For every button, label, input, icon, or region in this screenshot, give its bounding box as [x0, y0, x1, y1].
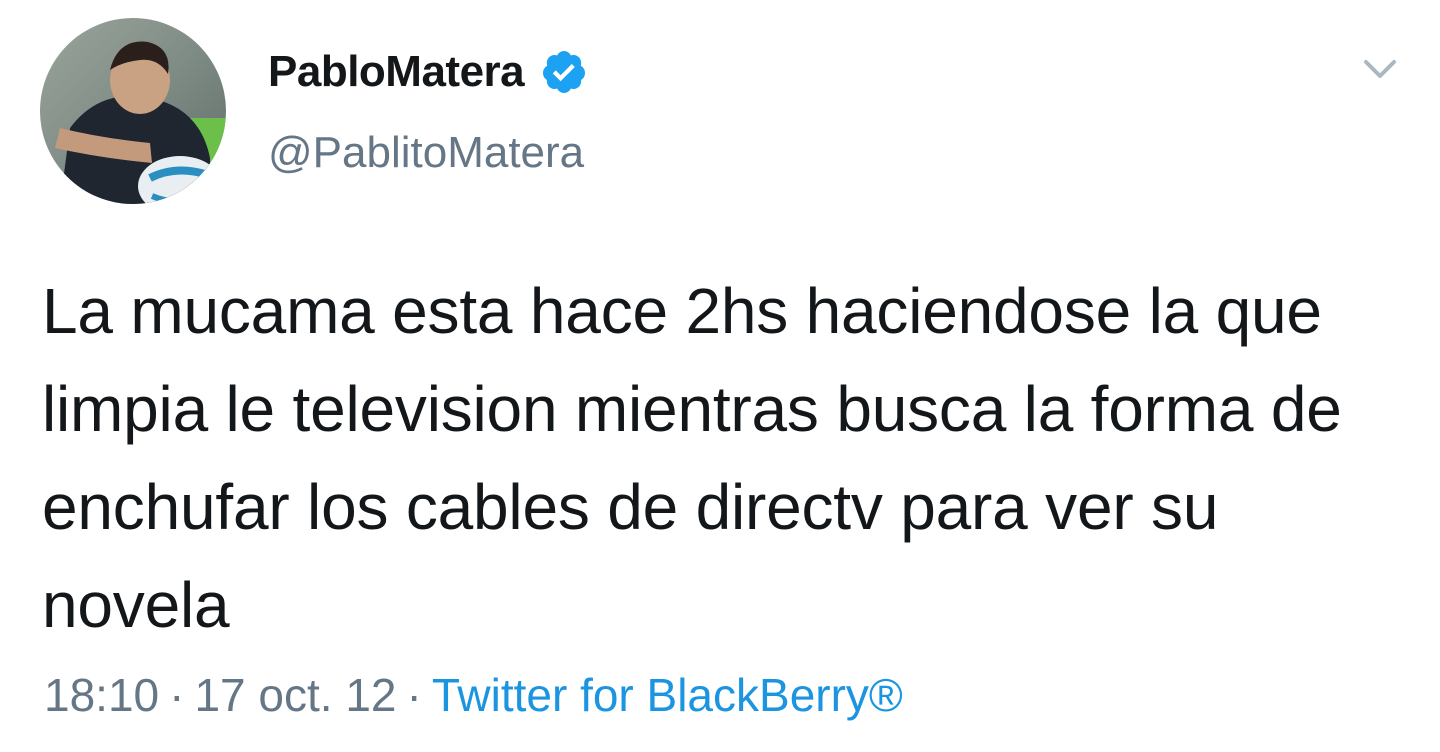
author-name-row[interactable]: PabloMatera: [268, 44, 588, 100]
separator-dot: ·: [169, 669, 185, 721]
tweet-date[interactable]: 17 oct. 12: [194, 669, 396, 721]
tweet-time[interactable]: 18:10: [44, 669, 159, 721]
tweet-text: La mucama esta hace 2hs haciendose la qu…: [42, 275, 1342, 641]
tweet-source-link[interactable]: Twitter for BlackBerry®: [432, 669, 903, 721]
chevron-down-icon[interactable]: [1360, 52, 1400, 86]
avatar[interactable]: [40, 18, 226, 204]
avatar-photo-icon: [40, 18, 226, 204]
tweet-meta: 18:10 · 17 oct. 12 · Twitter for BlackBerry®: [44, 668, 903, 722]
author-handle[interactable]: @PablitoMatera: [268, 128, 584, 178]
display-name[interactable]: PabloMatera: [268, 47, 525, 97]
separator-dot: ·: [406, 669, 422, 721]
verified-badge-icon: [540, 48, 588, 96]
tweet-card: PabloMatera @PablitoMatera La mucama est…: [0, 0, 1440, 752]
